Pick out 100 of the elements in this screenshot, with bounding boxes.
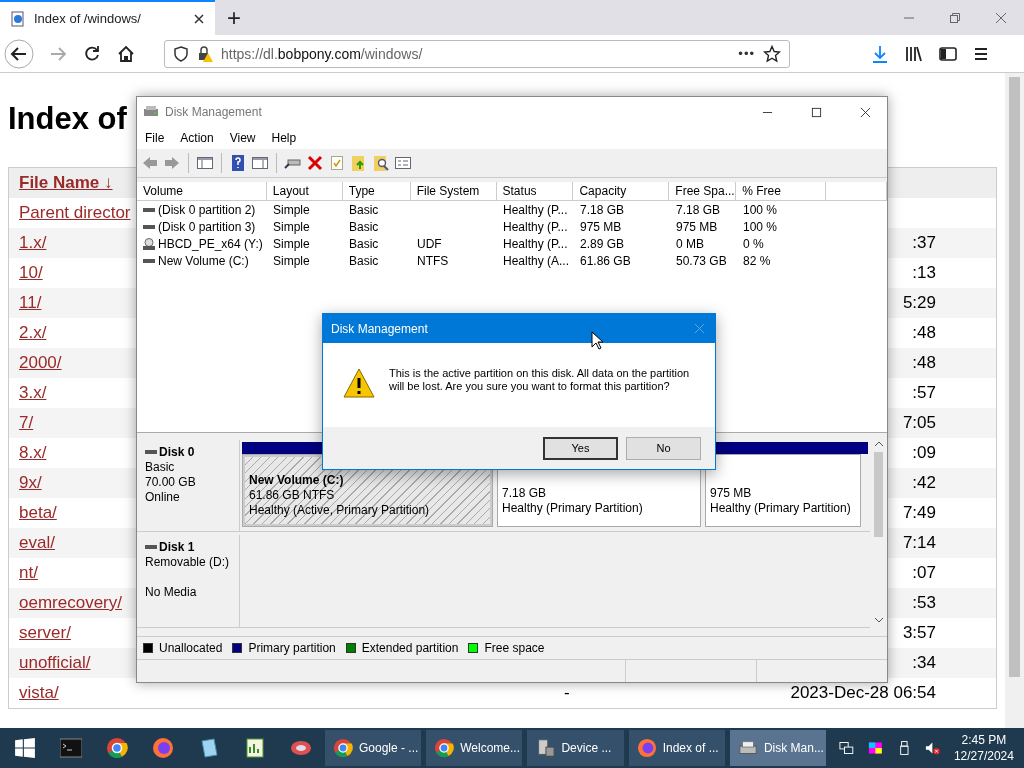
table-cell: 2.89 GB <box>580 236 625 251</box>
shield-icon[interactable] <box>173 45 189 62</box>
properties-icon[interactable] <box>394 154 412 172</box>
table-cell: 975 MB <box>676 219 718 234</box>
taskbar-button[interactable]: Disk Man... <box>729 730 827 766</box>
partition-size: 7.18 GB <box>502 486 548 500</box>
mouse-cursor-icon <box>591 331 603 350</box>
directory-link[interactable]: beta/ <box>19 503 57 522</box>
table-cell: 0 % <box>743 236 764 251</box>
disk-info-panel[interactable]: Disk 1 Removable (D:) No Media <box>137 535 240 627</box>
table-cell: Healthy (P... <box>503 236 568 251</box>
network-icon[interactable] <box>839 740 854 756</box>
taskbar-button[interactable]: Index of ... <box>628 730 725 766</box>
directory-link[interactable]: eval/ <box>19 533 55 552</box>
terminal-icon[interactable] <box>60 737 82 759</box>
dialog-button[interactable]: No <box>626 436 701 460</box>
table-cell: :13 <box>912 263 936 282</box>
table-cell: New Volume (C:) <box>158 253 249 268</box>
maximize-icon[interactable] <box>811 106 822 118</box>
column-header[interactable]: File System <box>410 182 497 200</box>
taskbar-button[interactable]: Device ... <box>527 730 624 766</box>
column-header[interactable]: File Name ↓ <box>19 173 113 192</box>
table-cell: 5:29 <box>902 293 936 312</box>
restore-icon[interactable] <box>949 11 961 24</box>
directory-link[interactable]: 7/ <box>19 413 34 432</box>
table-cell: 7:14 <box>902 533 936 552</box>
search-icon[interactable] <box>372 154 390 172</box>
directory-link[interactable]: 8.x/ <box>19 443 47 462</box>
disc-drive-icon <box>143 237 155 250</box>
table-cell: NTFS <box>417 253 449 268</box>
back-icon[interactable] <box>4 38 34 69</box>
firefox-icon[interactable] <box>152 737 174 759</box>
console-tree-icon[interactable] <box>196 154 214 172</box>
column-header[interactable]: Status <box>496 182 574 200</box>
menu-item[interactable]: File <box>137 131 173 145</box>
scrollbar[interactable] <box>1005 73 1024 728</box>
table-cell: - <box>564 683 570 702</box>
directory-link[interactable]: 3.x/ <box>19 383 47 402</box>
directory-link[interactable]: server/ <box>19 623 71 642</box>
action-pane-icon[interactable] <box>251 154 269 172</box>
chart-document-icon[interactable] <box>244 737 266 759</box>
directory-link[interactable]: 11/ <box>19 293 42 312</box>
clock[interactable]: 2:45 PM 12/27/2024 <box>947 732 1024 764</box>
table-cell: 7:49 <box>902 503 936 522</box>
partition-size: 975 MB <box>710 486 753 500</box>
directory-link[interactable]: nt/ <box>19 563 38 582</box>
download-icon[interactable] <box>870 43 890 64</box>
dialog-button[interactable]: Yes <box>543 436 618 460</box>
address-field[interactable]: https://dl.bobpony.com/windows/ ••• <box>164 39 790 68</box>
column-header[interactable]: Volume <box>137 182 267 200</box>
close-icon[interactable] <box>860 106 871 118</box>
taskbar-button[interactable]: Welcome... <box>426 730 523 766</box>
home-icon[interactable] <box>116 43 136 64</box>
partition-block[interactable]: 975 MB Healthy (Primary Partition) <box>705 454 861 528</box>
table-cell: 100 % <box>743 202 778 217</box>
directory-link[interactable]: unofficial/ <box>19 653 91 672</box>
directory-link[interactable]: oemrecovery/ <box>19 593 122 612</box>
column-header[interactable]: Free Spa... <box>669 182 737 200</box>
table-cell: :37 <box>912 233 936 252</box>
column-header[interactable]: Type <box>342 182 411 200</box>
table-cell: :34 <box>912 653 936 672</box>
browser-tab[interactable]: Index of /windows/ <box>0 0 215 35</box>
column-header[interactable]: % Free <box>736 182 827 200</box>
start-button[interactable] <box>14 737 36 759</box>
directory-link[interactable]: 9x/ <box>19 473 42 492</box>
disk-info-panel[interactable]: Disk 0 Basic 70.00 GB Online <box>137 440 240 532</box>
page-actions-button[interactable]: ••• <box>738 46 755 61</box>
directory-link[interactable]: 10/ <box>19 263 43 282</box>
table-cell: 61.86 GB <box>580 253 631 268</box>
taskbar-button[interactable]: Google - ... <box>325 730 422 766</box>
menu-item[interactable]: Action <box>172 131 222 145</box>
new-tab-button[interactable]: + <box>215 5 253 30</box>
color-app-icon[interactable] <box>867 740 883 756</box>
directory-link[interactable]: vista/ <box>19 683 59 702</box>
disk-type: Basic <box>145 460 176 475</box>
star-icon[interactable] <box>763 44 781 63</box>
column-header[interactable]: Capacity <box>573 182 670 200</box>
disk-type: Removable (D:) <box>145 555 231 571</box>
scroll-thumb[interactable] <box>874 452 883 537</box>
menu-item[interactable]: View <box>221 131 264 145</box>
notepad-icon[interactable] <box>198 737 220 759</box>
legend-label: Extended partition <box>361 641 459 655</box>
delete-icon[interactable] <box>306 154 324 172</box>
directory-link[interactable]: Parent director <box>19 203 131 222</box>
directory-link[interactable]: 1.x/ <box>19 233 47 252</box>
table-cell: 2023-Dec-28 06:54 <box>790 683 936 702</box>
menu-item[interactable]: Help <box>263 131 305 145</box>
table-cell: :48 <box>912 353 936 372</box>
partition-status: Healthy (Active, Primary Partition) <box>249 503 431 517</box>
column-header[interactable]: Layout <box>266 182 343 200</box>
partition-size: 61.86 GB NTFS <box>249 488 336 502</box>
warning-lock-icon[interactable] <box>197 45 213 62</box>
help-icon[interactable] <box>229 154 247 172</box>
partition-status: Healthy (Primary Partition) <box>502 501 644 515</box>
checklist-icon[interactable] <box>328 154 346 172</box>
chrome-icon[interactable] <box>106 737 128 759</box>
directory-link[interactable]: 2000/ <box>19 353 62 372</box>
close-icon[interactable] <box>193 12 205 25</box>
speaker-muted-icon[interactable] <box>925 740 940 756</box>
directory-link[interactable]: 2.x/ <box>19 323 47 342</box>
